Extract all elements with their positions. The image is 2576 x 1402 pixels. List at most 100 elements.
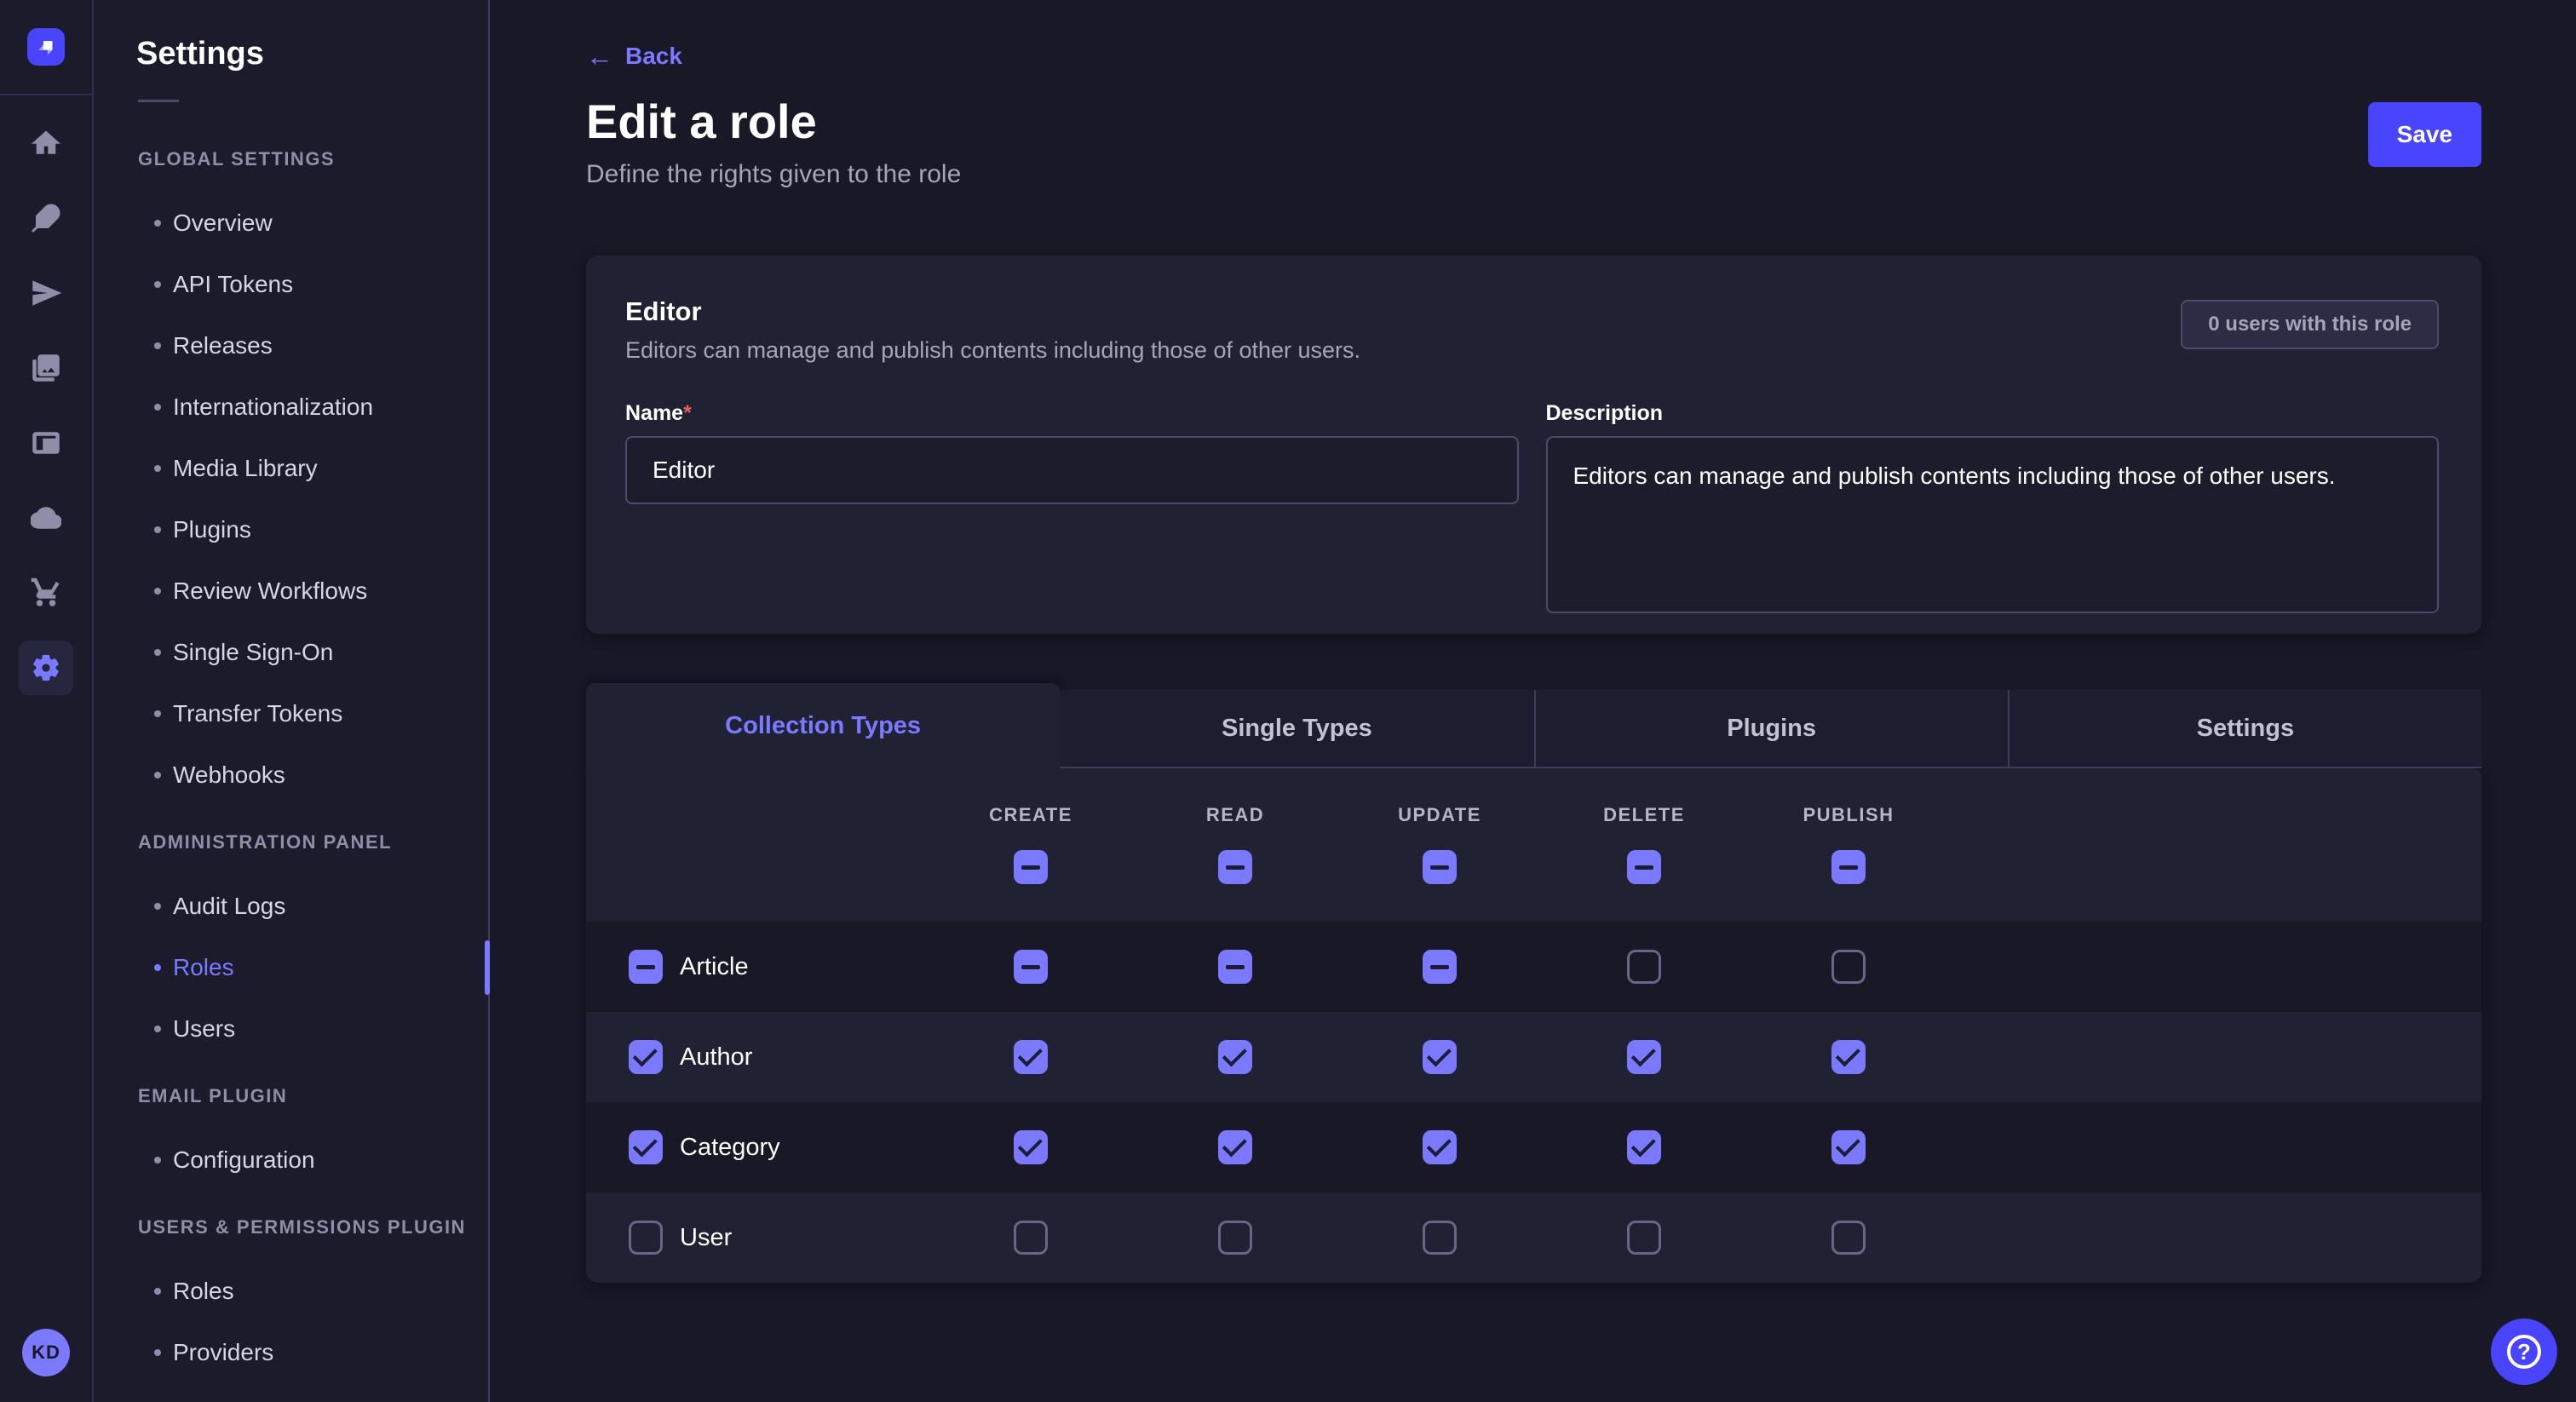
author-update-checkbox[interactable] <box>1423 1040 1457 1074</box>
author-read-checkbox[interactable] <box>1218 1040 1252 1074</box>
user-publish-checkbox[interactable] <box>1831 1221 1866 1255</box>
sidebar-title: Settings <box>94 36 488 72</box>
author-publish-checkbox[interactable] <box>1831 1040 1866 1074</box>
back-arrow-icon: ← <box>586 43 613 70</box>
user-create-checkbox[interactable] <box>1014 1221 1048 1255</box>
bullet-icon <box>154 1157 161 1164</box>
sidebar-item-single-sign-on[interactable]: Single Sign-On <box>94 622 488 683</box>
category-publish-checkbox[interactable] <box>1831 1130 1866 1164</box>
sidebar-item-media-library[interactable]: Media Library <box>94 438 488 499</box>
select-all-read-checkbox[interactable] <box>1218 850 1252 884</box>
select-all-update-checkbox[interactable] <box>1423 850 1457 884</box>
header-spacer-end <box>1951 804 2481 922</box>
tab-plugins[interactable]: Plugins <box>1534 690 2008 768</box>
select-all-publish-checkbox[interactable] <box>1831 850 1866 884</box>
tab-settings[interactable]: Settings <box>2008 690 2481 768</box>
permissions-card: Collection Types Single Types Plugins Se… <box>586 683 2481 1283</box>
description-field-label: Description <box>1546 401 2440 426</box>
row-label: Author <box>680 1043 752 1072</box>
settings-gear-icon[interactable] <box>19 641 73 695</box>
permission-row-category: Category <box>586 1102 2481 1192</box>
sidebar-item-audit-logs[interactable]: Audit Logs <box>94 876 488 937</box>
category-delete-checkbox[interactable] <box>1627 1130 1661 1164</box>
help-button[interactable]: ? <box>2491 1319 2557 1385</box>
sidebar-item-up-providers[interactable]: Providers <box>94 1322 488 1383</box>
article-read-checkbox[interactable] <box>1218 950 1252 984</box>
users-with-role-badge[interactable]: 0 users with this role <box>2181 300 2439 349</box>
sidebar-item-transfer-tokens[interactable]: Transfer Tokens <box>94 683 488 744</box>
strapi-logo[interactable] <box>27 28 65 66</box>
column-label-delete: DELETE <box>1603 804 1685 826</box>
column-label-read: READ <box>1206 804 1264 826</box>
user-avatar[interactable]: KD <box>22 1329 70 1376</box>
sidebar-item-overview[interactable]: Overview <box>94 192 488 254</box>
app-window: KD Settings GLOBAL SETTINGS Overview API… <box>0 0 2576 1402</box>
marketplace-cart-icon[interactable] <box>19 566 73 620</box>
save-button[interactable]: Save <box>2368 102 2481 167</box>
column-update: UPDATE <box>1337 804 1542 922</box>
bullet-icon <box>154 772 161 779</box>
select-all-create-checkbox[interactable] <box>1014 850 1048 884</box>
sidebar-item-plugins[interactable]: Plugins <box>94 499 488 560</box>
author-delete-checkbox[interactable] <box>1627 1040 1661 1074</box>
content-manager-layout-icon[interactable] <box>19 416 73 470</box>
bullet-icon <box>154 710 161 717</box>
row-checkbox-user[interactable] <box>629 1221 663 1255</box>
user-read-checkbox[interactable] <box>1218 1221 1252 1255</box>
main-content: ← Back Edit a role Define the rights giv… <box>490 0 2576 1402</box>
bullet-icon <box>154 1349 161 1356</box>
permission-row-author: Author <box>586 1012 2481 1102</box>
sidebar-item-roles-active[interactable]: Roles <box>94 937 488 998</box>
deploy-paper-plane-icon[interactable] <box>19 266 73 320</box>
role-name-heading: Editor <box>625 296 2439 327</box>
description-textarea[interactable]: Editors can manage and publish contents … <box>1546 436 2440 613</box>
bullet-icon <box>154 903 161 910</box>
name-input[interactable] <box>625 436 1519 504</box>
cloud-icon[interactable] <box>19 491 73 545</box>
tab-single-types[interactable]: Single Types <box>1060 690 1533 768</box>
section-administration-panel: ADMINISTRATION PANEL Audit Logs Roles Us… <box>94 831 488 1060</box>
role-fields: Name* Description Editors can manage and… <box>625 401 2439 613</box>
role-info-card: Editor Editors can manage and publish co… <box>586 256 2481 634</box>
bullet-icon <box>154 588 161 595</box>
permissions-tabs: Collection Types Single Types Plugins Se… <box>586 683 2481 768</box>
user-delete-checkbox[interactable] <box>1627 1221 1661 1255</box>
user-update-checkbox[interactable] <box>1423 1221 1457 1255</box>
sidebar-item-users[interactable]: Users <box>94 998 488 1060</box>
row-checkbox-category[interactable] <box>629 1130 663 1164</box>
media-library-images-icon[interactable] <box>19 341 73 395</box>
row-checkbox-article[interactable] <box>629 950 663 984</box>
tab-collection-types[interactable]: Collection Types <box>586 683 1060 768</box>
select-all-delete-checkbox[interactable] <box>1627 850 1661 884</box>
bullet-icon <box>154 281 161 288</box>
article-delete-checkbox[interactable] <box>1627 950 1661 984</box>
section-header: ADMINISTRATION PANEL <box>94 831 488 853</box>
sidebar-item-webhooks[interactable]: Webhooks <box>94 744 488 806</box>
sidebar-item-api-tokens[interactable]: API Tokens <box>94 254 488 315</box>
column-create: CREATE <box>929 804 1133 922</box>
article-update-checkbox[interactable] <box>1423 950 1457 984</box>
name-field-group: Name* <box>625 401 1519 613</box>
sidebar-item-review-workflows[interactable]: Review Workflows <box>94 560 488 622</box>
section-header: EMAIL PLUGIN <box>94 1085 488 1107</box>
author-create-checkbox[interactable] <box>1014 1040 1048 1074</box>
home-icon[interactable] <box>19 116 73 170</box>
sidebar-item-up-roles[interactable]: Roles <box>94 1261 488 1322</box>
role-summary: Editors can manage and publish contents … <box>625 337 2439 364</box>
nav-rail: KD <box>0 0 94 1402</box>
content-type-builder-feather-icon[interactable] <box>19 191 73 245</box>
sidebar-item-configuration[interactable]: Configuration <box>94 1129 488 1191</box>
category-create-checkbox[interactable] <box>1014 1130 1048 1164</box>
back-link[interactable]: ← Back <box>586 43 682 70</box>
row-checkbox-author[interactable] <box>629 1040 663 1074</box>
section-header: USERS & PERMISSIONS PLUGIN <box>94 1216 488 1238</box>
category-update-checkbox[interactable] <box>1423 1130 1457 1164</box>
category-read-checkbox[interactable] <box>1218 1130 1252 1164</box>
sidebar-item-internationalization[interactable]: Internationalization <box>94 376 488 438</box>
bullet-icon <box>154 220 161 227</box>
permissions-header-row: CREATE READ UPDATE DELETE <box>586 768 2481 922</box>
section-header: GLOBAL SETTINGS <box>94 148 488 170</box>
sidebar-item-releases[interactable]: Releases <box>94 315 488 376</box>
article-publish-checkbox[interactable] <box>1831 950 1866 984</box>
article-create-checkbox[interactable] <box>1014 950 1048 984</box>
